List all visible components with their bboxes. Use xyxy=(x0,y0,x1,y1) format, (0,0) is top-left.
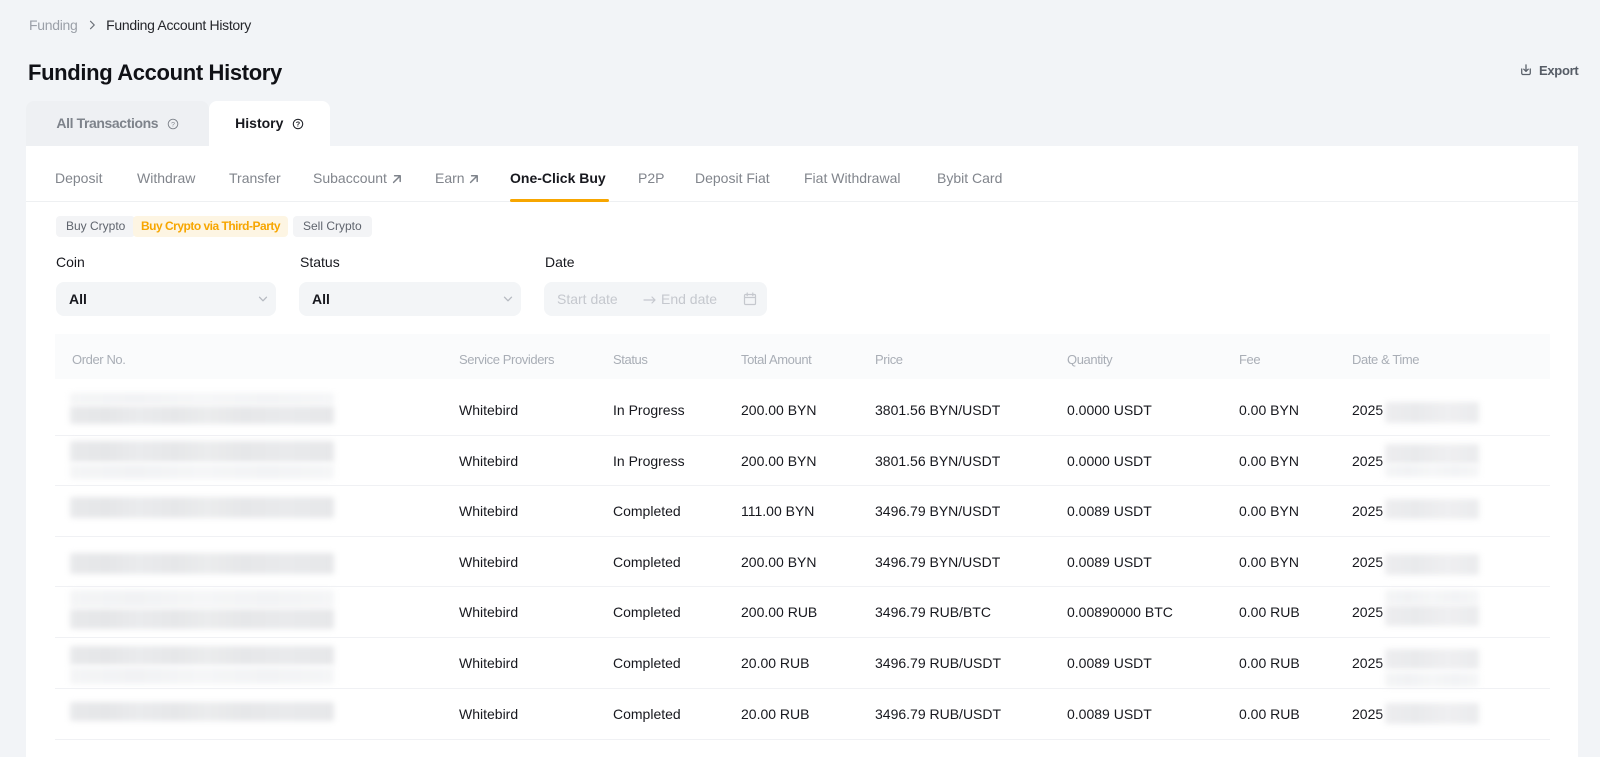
svg-text:?: ? xyxy=(296,119,301,128)
svg-text:?: ? xyxy=(171,121,175,128)
